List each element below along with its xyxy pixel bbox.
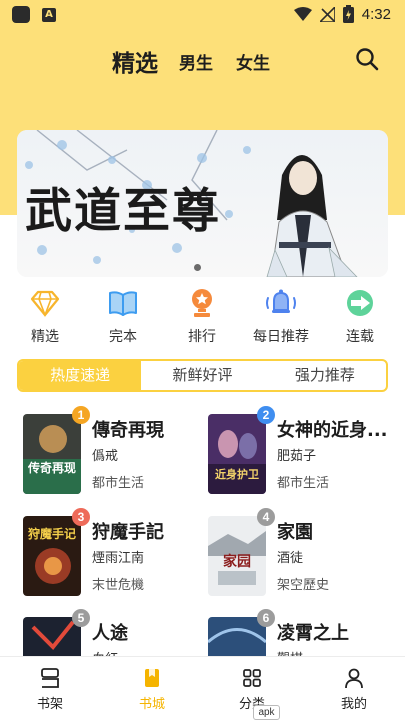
book-author: 酒徒 (277, 551, 304, 566)
rank-badge: 1 (72, 406, 90, 424)
rank-badge: 4 (257, 508, 275, 526)
book-cover: 家园 (208, 516, 266, 596)
book-author: 僞戒 (92, 449, 119, 464)
book-author: 肥茹子 (277, 449, 317, 464)
nav-bookshelf[interactable]: 书架 (15, 657, 85, 720)
book-genre: 末世危機 (92, 578, 145, 593)
grid-icon (243, 669, 261, 687)
cover-text: 近身护卫 (215, 467, 259, 481)
ranking-tabs: 热度速递 新鲜好评 强力推荐 (17, 359, 388, 392)
book-title: 狩魔手記 (92, 522, 164, 543)
nav-bookstore[interactable]: 书城 (117, 657, 187, 720)
book-icon (109, 291, 137, 316)
banner-title: 武道至尊 (25, 184, 221, 239)
rank-badge: 3 (72, 508, 90, 526)
battery-charging-icon (342, 5, 354, 23)
user-icon (345, 668, 363, 689)
book-title: 人途 (92, 623, 128, 644)
promo-banner[interactable]: 武道至尊 (17, 130, 388, 277)
status-bar: A 4:32 (0, 0, 405, 28)
rank-badge: 6 (257, 609, 275, 627)
book-genre: 都市生活 (277, 476, 330, 491)
apk-label: apk (253, 705, 280, 720)
category-serial[interactable]: 连载 (325, 286, 395, 350)
book-cover: 传奇再现 (23, 414, 81, 494)
cover-text: 传奇再现 (27, 460, 76, 475)
tab-hot[interactable]: 热度速递 (19, 361, 142, 390)
play-arrow-icon (347, 290, 373, 316)
no-signal-icon (319, 6, 335, 22)
header-tabs: 精选 男生 女生 (0, 42, 405, 78)
tab-strong-recommend[interactable]: 强力推荐 (264, 361, 386, 390)
book-genre: 都市生活 (92, 476, 145, 491)
category-completed[interactable]: 完本 (88, 286, 158, 350)
book-cover: 近身护卫 (208, 414, 266, 494)
category-ranking[interactable]: 排行 (167, 286, 237, 350)
tab-featured[interactable]: 精选 (112, 44, 158, 78)
bookstore-icon (145, 669, 159, 687)
clock: 4:32 (361, 5, 391, 23)
wifi-icon (293, 7, 312, 21)
category-row: 精选 完本 排行 每日推荐 连载 (0, 286, 405, 350)
bell-icon (266, 289, 296, 313)
tab-female[interactable]: 女生 (236, 49, 270, 74)
book-item[interactable]: 近身护卫 2 女神的近身... 肥茹子 都市生活 (208, 406, 388, 498)
book-item[interactable]: 传奇再现 1 傳奇再現 僞戒 都市生活 (23, 406, 203, 498)
book-title: 女神的近身... (277, 420, 388, 441)
tab-fresh-reviews[interactable]: 新鲜好评 (141, 361, 263, 390)
diamond-icon (30, 290, 60, 318)
category-featured[interactable]: 精选 (10, 286, 80, 350)
tab-male[interactable]: 男生 (179, 49, 213, 74)
cover-text: 家园 (223, 553, 251, 570)
category-daily-recommend[interactable]: 每日推荐 (246, 286, 316, 350)
notification-icon (12, 6, 30, 23)
book-item[interactable]: 狩魔手记 3 狩魔手記 煙雨江南 末世危機 (23, 508, 203, 600)
carousel-indicator (194, 264, 201, 271)
book-title: 家園 (277, 522, 313, 543)
book-cover: 狩魔手记 (23, 516, 81, 596)
bookshelf-icon (41, 668, 59, 688)
app-notification-icon: A (42, 8, 56, 22)
rank-badge: 5 (72, 609, 90, 627)
book-author: 煙雨江南 (92, 551, 145, 566)
book-genre: 架空歷史 (277, 578, 330, 593)
rank-badge: 2 (257, 406, 275, 424)
medal-icon (192, 289, 212, 317)
cover-text: 狩魔手记 (28, 526, 76, 541)
bottom-nav: 书架 书城 分类 我的 (0, 656, 405, 720)
book-item[interactable]: 家园 4 家園 酒徒 架空歷史 (208, 508, 388, 600)
book-title: 凌霄之上 (277, 623, 349, 644)
search-icon[interactable] (354, 46, 380, 72)
nav-profile[interactable]: 我的 (319, 657, 389, 720)
book-title: 傳奇再現 (92, 420, 164, 441)
